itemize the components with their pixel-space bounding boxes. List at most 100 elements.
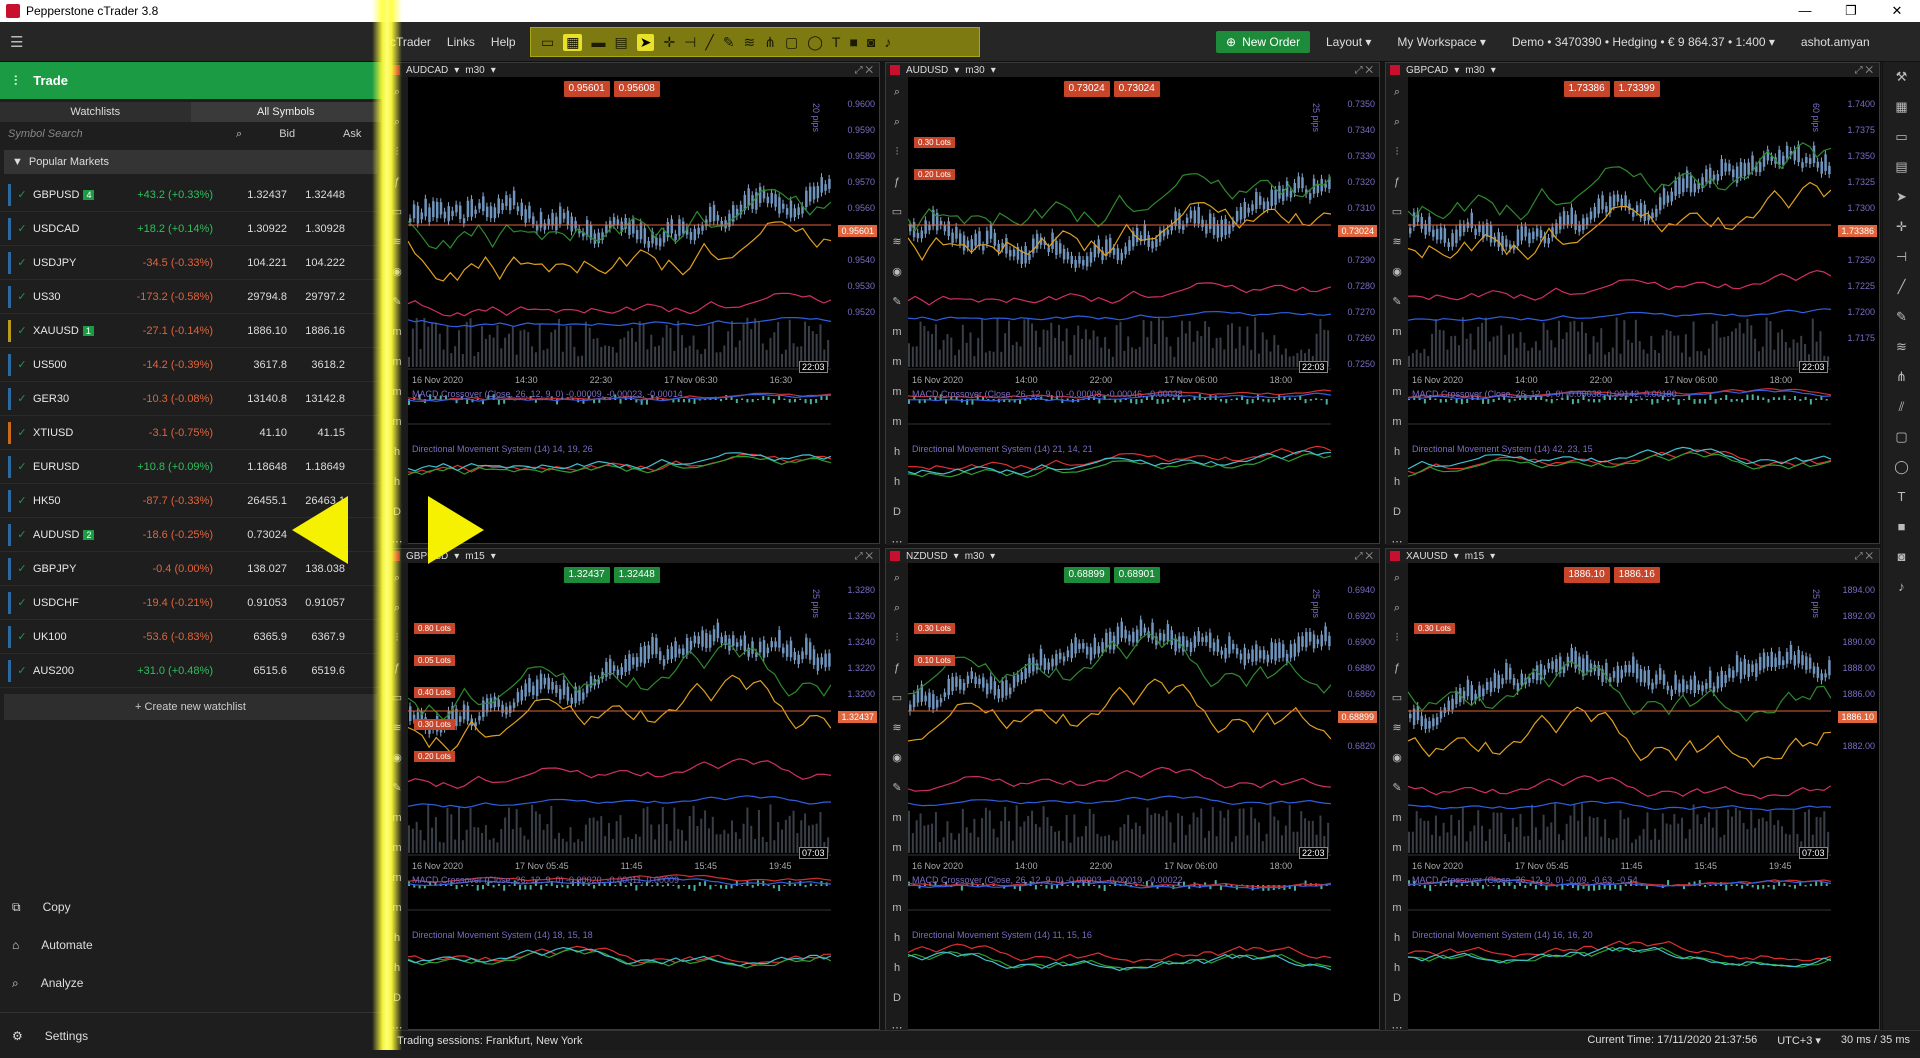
symbol-ask[interactable]: 104.222 (287, 257, 345, 269)
chart-tool-icon[interactable]: ⌕ (886, 563, 908, 593)
chart-tool-icon[interactable]: ≋ (886, 713, 908, 743)
chart-plot-area[interactable] (408, 585, 831, 1005)
close-chart-icon[interactable]: ⤢ ✕ (1855, 65, 1873, 76)
chart-timeframe[interactable]: m30 (465, 65, 484, 76)
nav-settings[interactable]: ⚙ Settings (0, 1012, 382, 1058)
position-lots-label[interactable]: 0.30 Lots (1414, 623, 1455, 634)
chart-timeframe[interactable]: m15 (1465, 551, 1484, 562)
symbol-bid[interactable]: 6365.9 (213, 631, 287, 643)
chart-tool-icon[interactable]: ƒ (886, 167, 908, 197)
chart-tool-icon[interactable]: D (1386, 497, 1408, 527)
horizontal-line-icon[interactable]: ⊣ (684, 34, 696, 51)
chart-tool-icon[interactable]: m (1386, 803, 1408, 833)
chart-tool-icon[interactable]: ⌕ (1386, 563, 1408, 593)
chart-tool-icon[interactable]: m (1386, 407, 1408, 437)
chart-symbol[interactable]: AUDCAD (406, 65, 448, 76)
symbol-bid[interactable]: 0.91053 (213, 597, 287, 609)
symbol-bid[interactable]: 138.027 (213, 563, 287, 575)
chart-tool-icon[interactable]: m (1386, 377, 1408, 407)
nav-analyze[interactable]: ⌕ Analyze (0, 964, 382, 1002)
chart-tool-icon[interactable]: m (1386, 317, 1408, 347)
dropdown-icon[interactable]: ▾ (990, 551, 995, 562)
dropdown-icon[interactable]: ▾ (991, 65, 996, 76)
chart-tool-icon[interactable]: ✎ (886, 287, 908, 317)
pencil-icon[interactable]: ✎ (1883, 302, 1920, 332)
symbol-bid[interactable]: 1886.10 (213, 325, 287, 337)
buy-button[interactable]: 0.95608 (613, 81, 660, 97)
dropdown-icon[interactable]: ▾ (1454, 551, 1459, 562)
chart-tool-icon[interactable]: ✎ (1386, 773, 1408, 803)
chart-plot-area[interactable] (1408, 99, 1831, 519)
sell-button[interactable]: 1.32437 (563, 567, 610, 583)
pitchfork-icon[interactable]: ⋔ (764, 34, 776, 51)
chart-plot-area[interactable] (1408, 585, 1831, 1005)
pencil-icon[interactable]: ✎ (723, 34, 735, 51)
symbol-ask[interactable]: 41.15 (287, 427, 345, 439)
chart-tool-icon[interactable]: ⌕ (886, 77, 908, 107)
chart-settings-icon[interactable]: ⚒ (1883, 62, 1920, 92)
symbol-bid[interactable]: 29794.8 (213, 291, 287, 303)
symbol-row-uk100[interactable]: ✓ UK100 -53.6 (-0.83%) 6365.9 6367.9 (0, 620, 381, 654)
alert-bell-icon[interactable]: ♪ (1883, 572, 1920, 602)
symbol-ask[interactable]: 3618.2 (287, 359, 345, 371)
chart-tool-icon[interactable]: ◉ (886, 257, 908, 287)
chart-tool-icon[interactable]: m (886, 803, 908, 833)
dropdown-icon[interactable]: ▾ (1490, 551, 1495, 562)
close-chart-icon[interactable]: ⤢ ✕ (1855, 551, 1873, 562)
symbol-bid[interactable]: 6515.6 (213, 665, 287, 677)
chart-tool-icon[interactable]: D (1386, 983, 1408, 1013)
chart-tool-icon[interactable]: ◉ (1386, 743, 1408, 773)
buy-button[interactable]: 1.32448 (613, 567, 660, 583)
symbol-row-eurusd[interactable]: ✓ EURUSD +10.8 (+0.09%) 1.18648 1.18649 (0, 450, 381, 484)
chart-gbpcad[interactable]: GBPCAD ▾ m30 ▾ ⤢ ✕ ⌕ ⌕ ⫶ ƒ ▭ ≋ ◉ ✎ m m m m h h D ⋯ 1.73386 1.7… (1385, 62, 1880, 548)
chart-tool-icon[interactable]: ≋ (886, 227, 908, 257)
buy-button[interactable]: 0.68901 (1113, 567, 1160, 583)
chart-tool-icon[interactable]: m (886, 833, 908, 863)
position-lots-label[interactable]: 0.20 Lots (414, 751, 455, 762)
position-lots-label[interactable]: 0.10 Lots (914, 655, 955, 666)
symbol-ask[interactable]: 6367.9 (287, 631, 345, 643)
symbol-row-usdjpy[interactable]: ✓ USDJPY -34.5 (-0.33%) 104.221 104.222 (0, 246, 381, 280)
layout-rows-icon[interactable]: ▬ (591, 34, 605, 50)
chart-tool-icon[interactable]: m (1386, 347, 1408, 377)
chart-tool-icon[interactable]: ⫶ (1386, 137, 1408, 167)
sell-button[interactable]: 1.73386 (1563, 81, 1610, 97)
chart-tool-icon[interactable]: m (886, 347, 908, 377)
fibonacci-icon[interactable]: ≋ (1883, 332, 1920, 362)
workspace-dropdown[interactable]: My Workspace ▾ (1397, 35, 1486, 49)
chart-tool-icon[interactable]: ƒ (886, 653, 908, 683)
layout-split-icon[interactable]: ▤ (614, 34, 627, 51)
chart-tool-icon[interactable]: D (886, 497, 908, 527)
chart-tool-icon[interactable]: ⌕ (1386, 593, 1408, 623)
position-lots-label[interactable]: 0.20 Lots (914, 169, 955, 180)
nav-automate[interactable]: ⌂ Automate (0, 926, 382, 964)
chart-tool-icon[interactable]: h (886, 923, 908, 953)
position-lots-label[interactable]: 0.30 Lots (414, 719, 455, 730)
chart-plot-area[interactable] (908, 99, 1331, 519)
chart-tool-icon[interactable]: m (1386, 833, 1408, 863)
chart-tool-icon[interactable]: m (1386, 863, 1408, 893)
position-lots-label[interactable]: 0.05 Lots (414, 655, 455, 666)
chart-gbpusd[interactable]: GBPUSD▾m15▾⤢ ✕⌕⌕⫶ƒ▭≋◉✎mmmmhhD⋯1.324371.3… (385, 548, 880, 1034)
layout-dropdown[interactable]: Layout ▾ (1326, 35, 1371, 49)
camera-icon[interactable]: ◙ (867, 34, 875, 50)
color-icon[interactable]: ■ (1883, 512, 1920, 542)
chart-xauusd[interactable]: XAUUSD ▾ m15 ▾ ⤢ ✕ ⌕ ⌕ ⫶ ƒ ▭ ≋ ◉ ✎ m m m m h h D ⋯ 1886.10 188… (1385, 548, 1880, 1034)
symbol-bid[interactable]: 104.221 (213, 257, 287, 269)
chart-tool-icon[interactable]: m (1386, 893, 1408, 923)
chart-tool-icon[interactable]: ⌕ (1386, 77, 1408, 107)
symbol-bid[interactable]: 3617.8 (213, 359, 287, 371)
chart-tool-icon[interactable]: h (1386, 953, 1408, 983)
dropdown-icon[interactable]: ▾ (1491, 65, 1496, 76)
sell-button[interactable]: 0.73024 (1063, 81, 1110, 97)
chart-plot-area[interactable] (408, 99, 831, 519)
chart-audusd[interactable]: AUDUSD ▾ m30 ▾ ⤢ ✕ ⌕ ⌕ ⫶ ƒ ▭ ≋ ◉ ✎ m m m m h h D ⋯ 0.73024 0.7… (885, 62, 1380, 548)
symbol-row-usdcad[interactable]: ✓ USDCAD +18.2 (+0.14%) 1.30922 1.30928 (0, 212, 381, 246)
nav-copy[interactable]: ⧉ Copy (0, 888, 382, 926)
highlight-splitter-bar[interactable] (372, 0, 402, 1050)
timezone-dropdown[interactable]: UTC+3 ▾ (1777, 1034, 1821, 1047)
text-icon[interactable]: T (832, 34, 841, 50)
chart-symbol[interactable]: XAUUSD (1406, 551, 1448, 562)
chart-tool-icon[interactable]: h (1386, 923, 1408, 953)
symbol-ask[interactable]: 13142.8 (287, 393, 345, 405)
